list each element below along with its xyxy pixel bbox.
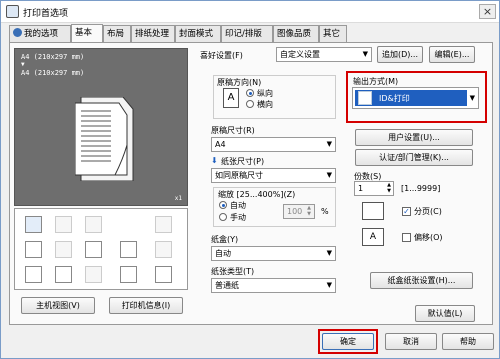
add-favorite-button[interactable]: 追加(D)... <box>377 46 423 63</box>
punch-icon[interactable] <box>155 241 172 258</box>
preview-paper-size: A4 (210x297 mm) <box>21 69 85 77</box>
tray-icon[interactable] <box>25 266 42 283</box>
chevron-down-icon: ▼ <box>326 171 332 179</box>
close-button[interactable]: × <box>479 4 496 19</box>
tab-my-options[interactable]: 我的选项 <box>9 25 71 42</box>
restore-defaults-button[interactable]: 默认值(L) <box>415 305 475 322</box>
chevron-down-icon: ▼ <box>326 281 332 289</box>
landscape-label: 横向 <box>257 100 273 109</box>
collate-label: 分页(C) <box>414 207 442 216</box>
zoom-manual-radio[interactable] <box>219 213 227 221</box>
chevron-down-icon: ▼ <box>362 50 368 58</box>
page-preview: A4 (210x297 mm) ▼ A4 (210x297 mm) x1 <box>14 48 188 206</box>
printer-view-button[interactable]: 主机视图(V) <box>21 297 95 314</box>
duplex-icon[interactable] <box>25 241 42 258</box>
auth-dept-button[interactable]: 认证/部门管理(K)... <box>355 149 473 166</box>
tab-stamp[interactable]: 印记/排版 <box>221 25 273 42</box>
favorites-select[interactable]: 自定义设置 ▼ <box>276 47 372 62</box>
zoom-auto-radio[interactable] <box>219 201 227 209</box>
staple-icon[interactable] <box>85 241 102 258</box>
user-settings-button[interactable]: 用户设置(U)... <box>355 129 473 146</box>
ok-button[interactable]: 确定 <box>322 333 374 350</box>
portrait-page-icon: A <box>223 88 239 108</box>
portrait-label: 纵向 <box>257 89 273 98</box>
watermark-icon[interactable] <box>85 266 102 283</box>
zoom-spinner-icon[interactable]: ▲ ▼ <box>304 205 314 218</box>
offset-label: 偏移(O) <box>414 233 443 242</box>
chevron-down-icon: ▼ <box>326 249 332 257</box>
booklet-icon[interactable] <box>120 241 137 258</box>
paper-size-label: 纸张尺寸(P) <box>221 157 265 166</box>
zoom-auto-label: 自动 <box>230 201 246 210</box>
offset-icon: A <box>362 228 384 246</box>
landscape-radio[interactable] <box>246 100 254 108</box>
zoom-label: 缩放 [25...400%](Z) <box>218 190 296 199</box>
zoom-unit: % <box>321 207 329 216</box>
edit-favorite-button[interactable]: 编辑(E)... <box>429 46 475 63</box>
id-print-icon <box>358 91 372 105</box>
print-preferences-window: 打印首选项 × 我的选项 基本 布局 排纸处理 封面模式 印记/排版 图像品质 … <box>0 0 500 359</box>
paper-tray-select[interactable]: 自动 ▼ <box>211 246 336 261</box>
collate-checkbox[interactable]: ✓ <box>402 207 411 216</box>
tab-finishing[interactable]: 排纸处理 <box>131 25 175 42</box>
preview-original-size: A4 (210x297 mm) <box>21 53 85 61</box>
copies-range: [1...9999] <box>401 184 441 193</box>
fax-icon[interactable] <box>155 216 172 233</box>
printer-info-button[interactable]: 打印机信息(I) <box>109 297 183 314</box>
cover-icon[interactable] <box>55 266 72 283</box>
portrait-radio[interactable] <box>246 89 254 97</box>
title-bar: 打印首选项 × <box>1 1 499 23</box>
preview-copies: x1 <box>174 195 182 202</box>
paper-type-label: 纸张类型(T) <box>211 267 255 276</box>
help-button[interactable]: 帮助 <box>442 333 494 350</box>
arrow-down-icon: ⬇ <box>211 156 218 165</box>
orientation-label: 原稿方向(N) <box>217 78 262 87</box>
original-size-select[interactable]: A4 ▼ <box>211 137 336 152</box>
offset-checkbox[interactable] <box>402 233 411 242</box>
paper-size-select[interactable]: 如同原稿尺寸 ▼ <box>211 168 336 183</box>
tab-cover-mode[interactable]: 封面模式 <box>175 25 221 42</box>
favorites-label: 喜好设置(F) <box>200 51 243 60</box>
window-title: 打印首选项 <box>23 9 69 19</box>
paper-tray-label: 纸盒(Y) <box>211 235 239 244</box>
printer-icon <box>6 5 19 18</box>
save-box-icon[interactable] <box>85 216 102 233</box>
print-mode-icon[interactable] <box>25 216 42 233</box>
tab-layout[interactable]: 布局 <box>103 25 131 42</box>
collate-icon <box>362 202 384 220</box>
user-icon <box>13 28 22 37</box>
overlay-icon[interactable] <box>120 266 137 283</box>
paper-type-select[interactable]: 普通纸 ▼ <box>211 278 336 293</box>
output-method-select[interactable]: ID&打印 ▼ <box>352 87 479 109</box>
preview-arrow: ▼ <box>21 61 25 68</box>
combination-icon[interactable] <box>55 241 72 258</box>
secure-print-icon[interactable] <box>55 216 72 233</box>
output-method-label: 输出方式(M) <box>353 77 399 86</box>
chevron-down-icon: ▼ <box>469 94 475 102</box>
page-thumbnail-icon <box>75 97 134 181</box>
cancel-button[interactable]: 取消 <box>385 333 437 350</box>
chevron-down-icon: ▼ <box>326 140 332 148</box>
tab-quality[interactable]: 图像品质 <box>273 25 319 42</box>
copies-spinner-icon[interactable]: ▲ ▼ <box>385 182 393 195</box>
tab-basic[interactable]: 基本 <box>71 24 103 43</box>
zoom-manual-label: 手动 <box>230 213 246 222</box>
tab-other[interactable]: 其它 <box>319 25 347 42</box>
tray-paper-settings-button[interactable]: 纸盒纸张设置(H)... <box>370 272 473 289</box>
function-icons-panel <box>14 208 188 290</box>
color-icon[interactable] <box>155 266 172 283</box>
original-size-label: 原稿尺寸(R) <box>211 126 255 135</box>
